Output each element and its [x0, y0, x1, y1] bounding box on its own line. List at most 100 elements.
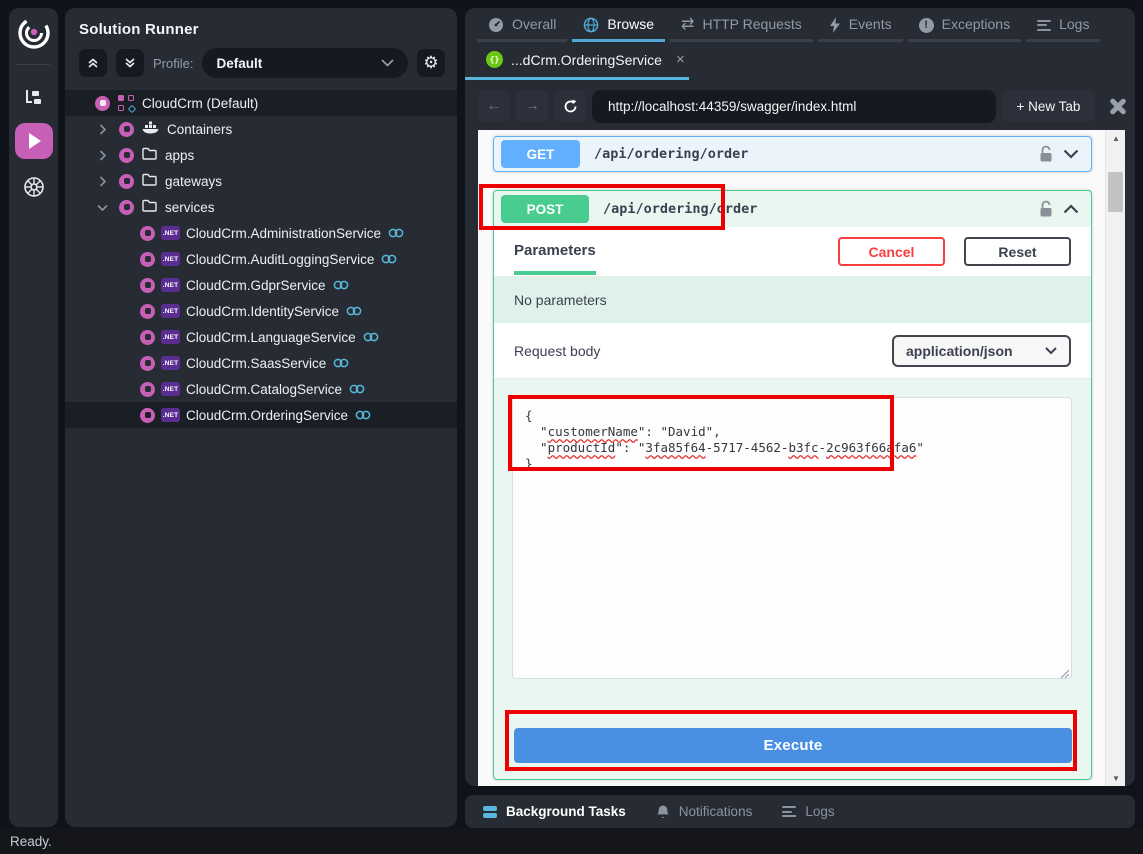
back-button[interactable]: ← [478, 90, 510, 122]
tree-node-label: CloudCrm (Default) [142, 96, 258, 111]
chevron-down-icon[interactable] [1063, 149, 1079, 159]
link-icon[interactable] [333, 357, 349, 369]
tree-node-containers[interactable]: Containers [65, 116, 457, 142]
bottom-toolbar: Background Tasks Notifications Logs [465, 795, 1135, 828]
request-body-section: { "customerName": "David", "productId": … [494, 379, 1091, 781]
post-operation-path: /api/ordering/order [603, 201, 1039, 217]
profile-select[interactable]: Default [202, 48, 408, 78]
profile-settings-button[interactable]: ⚙ [417, 49, 445, 77]
request-body-label: Request body [514, 343, 892, 359]
tab-http-requests[interactable]: ⇄ HTTP Requests [670, 15, 813, 42]
expand-all-button[interactable] [116, 49, 144, 77]
link-icon[interactable] [388, 227, 404, 239]
tree-node-service[interactable]: .NET CloudCrm.SaasService [65, 350, 457, 376]
scroll-up-icon[interactable]: ▲ [1106, 130, 1125, 146]
solution-tree-icon[interactable] [16, 81, 52, 113]
tools-icon[interactable] [1105, 93, 1131, 119]
chevron-up-icon[interactable] [1063, 204, 1079, 214]
tree-node-root[interactable]: CloudCrm (Default) [65, 90, 457, 116]
new-tab-button[interactable]: + New Tab [1002, 90, 1095, 122]
tree-node-label: apps [165, 148, 194, 163]
scrollbar-thumb[interactable] [1108, 172, 1123, 212]
cancel-button[interactable]: Cancel [838, 237, 945, 266]
link-icon[interactable] [333, 279, 349, 291]
run-button[interactable] [15, 123, 53, 159]
app-window: Solution Runner Profile: Default ⚙ Cloud… [0, 0, 1143, 854]
link-icon[interactable] [346, 305, 362, 317]
left-icon-rail [9, 8, 58, 827]
request-body-editor[interactable]: { "customerName": "David", "productId": … [512, 397, 1072, 679]
forward-button[interactable]: → [516, 90, 548, 122]
tab-logs[interactable]: Logs [1026, 15, 1100, 42]
chevron-down-icon[interactable] [93, 199, 111, 215]
link-icon[interactable] [363, 331, 379, 343]
link-icon[interactable] [349, 383, 365, 395]
service-name: CloudCrm.GdprService [186, 278, 326, 293]
lines-icon [782, 806, 796, 817]
link-icon[interactable] [355, 409, 371, 421]
json-text: ": " [615, 440, 645, 455]
execute-button[interactable]: Execute [514, 728, 1072, 763]
browser-tab-orderingservice[interactable]: {} ...dCrm.OrderingService × [465, 42, 689, 80]
chevron-right-icon[interactable] [93, 147, 111, 163]
chevron-down-icon [381, 59, 394, 67]
status-text: Ready. [10, 834, 52, 849]
tree-node-service[interactable]: .NET CloudCrm.AdministrationService [65, 220, 457, 246]
tab-label: Browse [607, 16, 654, 32]
tree-node-services[interactable]: services [65, 194, 457, 220]
lock-icon[interactable] [1039, 200, 1053, 218]
logs-button[interactable]: Logs [782, 804, 834, 819]
service-name: CloudCrm.SaasService [186, 356, 326, 371]
browser-viewport: GET /api/ordering/order POST /api/orderi… [478, 130, 1125, 786]
tab-events[interactable]: Events [818, 15, 903, 42]
viewport-scrollbar[interactable]: ▲ ▼ [1105, 130, 1125, 786]
tree-node-service-selected[interactable]: .NET CloudCrm.OrderingService [65, 402, 457, 428]
tree-node-apps[interactable]: apps [65, 142, 457, 168]
chevron-right-icon[interactable] [93, 173, 111, 189]
dotnet-badge: .NET [161, 330, 180, 344]
kubernetes-icon[interactable] [16, 171, 52, 203]
tree-node-gateways[interactable]: gateways [65, 168, 457, 194]
json-value: -5717-4562- [706, 440, 789, 455]
tree-node-service[interactable]: .NET CloudCrm.CatalogService [65, 376, 457, 402]
notifications-button[interactable]: Notifications [656, 804, 753, 820]
resize-handle[interactable] [1059, 666, 1069, 676]
scroll-down-icon[interactable]: ▼ [1106, 770, 1125, 786]
close-tab-icon[interactable]: × [676, 51, 685, 68]
status-dot-icon [140, 330, 155, 345]
link-icon[interactable] [381, 253, 397, 265]
profile-toolbar: Profile: Default ⚙ [65, 38, 457, 88]
bell-icon [656, 804, 670, 820]
dotnet-badge: .NET [161, 408, 180, 422]
tab-exceptions[interactable]: ! Exceptions [908, 15, 1021, 42]
url-text: http://localhost:44359/swagger/index.htm… [608, 99, 856, 114]
tab-browse[interactable]: Browse [572, 15, 665, 42]
status-dot-icon [140, 356, 155, 371]
tree-node-service[interactable]: .NET CloudCrm.GdprService [65, 272, 457, 298]
tree-node-service[interactable]: .NET CloudCrm.IdentityService [65, 298, 457, 324]
collapse-all-button[interactable] [79, 49, 107, 77]
dotnet-badge: .NET [161, 278, 180, 292]
json-text: ": "David", [638, 424, 721, 439]
refresh-icon [563, 99, 578, 114]
swap-arrows-icon: ⇄ [681, 17, 694, 33]
swagger-get-operation[interactable]: GET /api/ordering/order [493, 136, 1092, 172]
tree-node-service[interactable]: .NET CloudCrm.AuditLoggingService [65, 246, 457, 272]
gear-icon: ⚙ [423, 53, 438, 73]
post-operation-header[interactable]: POST /api/ordering/order [494, 191, 1091, 227]
content-type-select[interactable]: application/json [892, 335, 1071, 367]
get-operation-path: /api/ordering/order [594, 146, 1039, 162]
solution-tree: CloudCrm (Default) Containers apps [65, 90, 457, 428]
chevron-right-icon[interactable] [93, 121, 111, 137]
tree-node-service[interactable]: .NET CloudCrm.LanguageService [65, 324, 457, 350]
lock-icon[interactable] [1039, 145, 1053, 163]
address-bar[interactable]: http://localhost:44359/swagger/index.htm… [592, 90, 996, 123]
refresh-button[interactable] [554, 90, 586, 122]
chevron-down-icon [1045, 347, 1057, 355]
reset-button[interactable]: Reset [964, 237, 1071, 266]
service-name: CloudCrm.OrderingService [186, 408, 348, 423]
tab-overall[interactable]: Overall [477, 15, 567, 42]
status-dot-icon [119, 174, 134, 189]
background-tasks-button[interactable]: Background Tasks [483, 804, 626, 819]
browser-tab-strip: {} ...dCrm.OrderingService × [465, 42, 1135, 80]
